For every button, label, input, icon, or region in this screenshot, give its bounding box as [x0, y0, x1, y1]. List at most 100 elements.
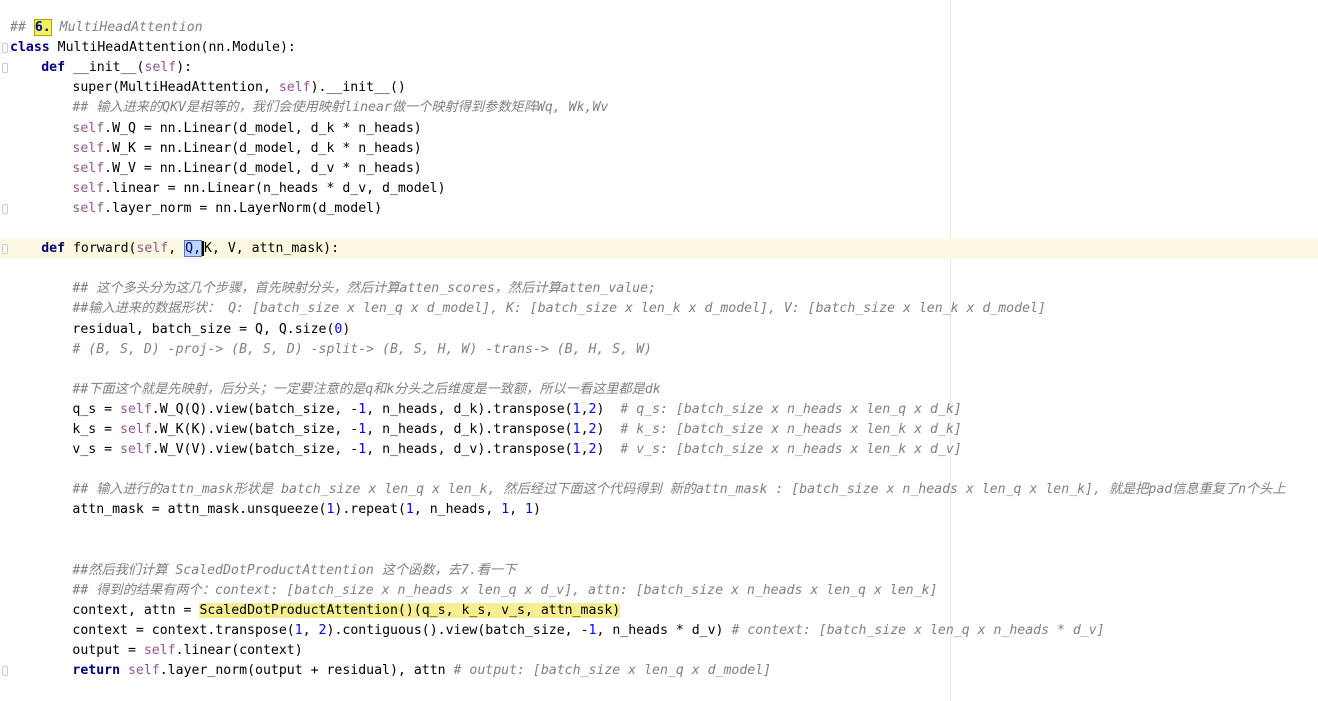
- code-line[interactable]: class MultiHeadAttention(nn.Module):: [0, 38, 1318, 58]
- code-token: ,: [509, 502, 526, 518]
- code-token: attn_mask = attn_mask.unsqueeze(: [72, 502, 327, 518]
- code-line[interactable]: ## 这个多头分为这几个步骤，首先映射分头，然后计算atten_scores，然…: [0, 279, 1318, 299]
- code-token: , n_heads * d_v): [596, 623, 732, 638]
- code-line[interactable]: self.W_Q = nn.Linear(d_model, d_k * n_he…: [0, 119, 1318, 139]
- code-line[interactable]: [0, 219, 1318, 239]
- comment-token: # context: [batch_size x len_q x n_heads…: [731, 623, 1105, 638]
- code-line[interactable]: context, attn = ScaledDotProductAttentio…: [0, 601, 1318, 621]
- code-token: ):: [176, 60, 193, 76]
- code-token: context, attn =: [72, 602, 200, 618]
- code-line[interactable]: ## 6. MultiHeadAttention: [0, 18, 1318, 38]
- comment-token: # (B, S, D) -proj-> (B, S, D) -split-> (…: [72, 341, 652, 357]
- code-token: ).__init__(): [310, 80, 406, 96]
- code-line[interactable]: [0, 541, 1318, 561]
- code-line[interactable]: ## 输入进来的QKV是相等的，我们会使用映射linear做一个映射得到参数矩阵…: [0, 98, 1318, 118]
- number-token: 1: [294, 623, 303, 638]
- code-line[interactable]: self.W_V = nn.Linear(d_model, d_v * n_he…: [0, 159, 1318, 179]
- code-line-text: ##输入进来的数据形状： Q: [batch_size x len_q x d_…: [72, 299, 1045, 319]
- code-line[interactable]: return self.layer_norm(output + residual…: [0, 661, 1318, 681]
- number-token: 1: [572, 442, 581, 458]
- code-line[interactable]: q_s = self.W_Q(Q).view(batch_size, -1, n…: [0, 400, 1318, 420]
- keyword-token: def: [41, 241, 66, 257]
- code-line[interactable]: [0, 460, 1318, 480]
- code-line[interactable]: ##输入进来的数据形状： Q: [batch_size x len_q x d_…: [0, 299, 1318, 319]
- code-token: .layer_norm = nn.LayerNorm(d_model): [104, 200, 383, 216]
- code-token: context = context.transpose(: [72, 623, 295, 638]
- code-line[interactable]: [0, 360, 1318, 380]
- comment-token: # k_s: [batch_size x n_heads x len_k x d…: [620, 422, 962, 437]
- code-line[interactable]: def __init__(self):: [0, 58, 1318, 78]
- code-line[interactable]: ##下面这个就是先映射，后分头；一定要注意的是q和k分头之后维度是一致额，所以一…: [0, 380, 1318, 400]
- code-token: ): [596, 442, 621, 458]
- code-token: K, V, attn_mask):: [204, 241, 340, 257]
- code-token: .linear = nn.Linear(n_heads * d_v, d_mod…: [104, 180, 446, 196]
- code-token: v_s =: [72, 442, 121, 458]
- code-line-text: return self.layer_norm(output + residual…: [72, 661, 771, 681]
- self-token: self: [72, 160, 105, 176]
- code-line[interactable]: output = self.linear(context): [0, 641, 1318, 661]
- code-line-text: class MultiHeadAttention(nn.Module):: [10, 38, 296, 58]
- code-line[interactable]: super(MultiHeadAttention, self).__init__…: [0, 78, 1318, 98]
- comment-token: MultiHeadAttention: [51, 20, 203, 35]
- code-line[interactable]: ## 得到的结果有两个：context: [batch_size x n_hea…: [0, 581, 1318, 601]
- code-line[interactable]: [0, 259, 1318, 279]
- comment-token: # output: [batch_size x len_q x d_model]: [453, 663, 772, 679]
- code-token: super(MultiHeadAttention,: [72, 80, 279, 96]
- code-token: .W_Q(Q).view(batch_size, -: [151, 401, 359, 417]
- code-line-text: def __init__(self):: [41, 58, 192, 78]
- comment-token: ##: [10, 20, 34, 35]
- keyword-token: def: [41, 60, 66, 76]
- code-token: .W_V(V).view(batch_size, -: [151, 442, 359, 458]
- fold-toggle-icon[interactable]: [2, 43, 8, 54]
- comment-token: ## 输入进行的attn_mask形状是 batch_size x len_q …: [72, 482, 1286, 498]
- code-line-text: self.linear = nn.Linear(n_heads * d_v, d…: [72, 179, 445, 199]
- code-line-text: ## 输入进行的attn_mask形状是 batch_size x len_q …: [72, 480, 1285, 500]
- keyword-token: return: [72, 663, 121, 679]
- number-token: 1: [572, 422, 581, 437]
- code-line-text: residual, batch_size = Q, Q.size(0): [72, 320, 350, 340]
- code-line[interactable]: attn_mask = attn_mask.unsqueeze(1).repea…: [0, 500, 1318, 520]
- self-token: self: [120, 401, 152, 417]
- comment-token: # q_s: [batch_size x n_heads x len_q x d…: [620, 401, 962, 417]
- code-line-text: ## 这个多头分为这几个步骤，首先映射分头，然后计算atten_scores，然…: [72, 279, 656, 299]
- code-token: ).contiguous().view(batch_size, -: [326, 623, 589, 638]
- code-line[interactable]: self.linear = nn.Linear(n_heads * d_v, d…: [0, 179, 1318, 199]
- code-line[interactable]: k_s = self.W_K(K).view(batch_size, -1, n…: [0, 420, 1318, 440]
- self-token: self: [120, 422, 152, 437]
- self-token: self: [120, 442, 152, 458]
- code-line[interactable]: [0, 521, 1318, 541]
- code-line[interactable]: self.W_K = nn.Linear(d_model, d_k * n_he…: [0, 139, 1318, 159]
- code-line[interactable]: self.layer_norm = nn.LayerNorm(d_model): [0, 199, 1318, 219]
- code-token: ,: [302, 623, 319, 638]
- number-token: 1: [358, 422, 367, 437]
- code-line-text: context, attn = ScaledDotProductAttentio…: [72, 601, 621, 621]
- code-line-text: output = self.linear(context): [72, 641, 302, 661]
- code-token: .W_Q = nn.Linear(d_model, d_k * n_heads): [104, 120, 422, 136]
- number-token: 1: [572, 401, 581, 417]
- code-line[interactable]: def forward(self, Q, K, V, attn_mask):: [0, 239, 1318, 260]
- fold-toggle-icon[interactable]: [2, 244, 8, 255]
- code-line-text: self.W_K = nn.Linear(d_model, d_k * n_he…: [72, 139, 421, 159]
- code-token: forward(: [65, 241, 137, 257]
- fold-toggle-icon[interactable]: [2, 203, 8, 214]
- self-token: self: [143, 643, 176, 659]
- code-line-text: # (B, S, D) -proj-> (B, S, D) -split-> (…: [72, 340, 652, 360]
- code-token: ,: [580, 442, 589, 458]
- code-line[interactable]: v_s = self.W_V(V).view(batch_size, -1, n…: [0, 440, 1318, 460]
- code-line[interactable]: ##然后我们计算 ScaledDotProductAttention 这个函数，…: [0, 561, 1318, 581]
- code-line[interactable]: # (B, S, D) -proj-> (B, S, D) -split-> (…: [0, 340, 1318, 360]
- code-token: ,: [168, 241, 185, 257]
- fold-toggle-icon[interactable]: [2, 63, 8, 74]
- code-line[interactable]: ## 输入进行的attn_mask形状是 batch_size x len_q …: [0, 480, 1318, 500]
- code-line-text: ##然后我们计算 ScaledDotProductAttention 这个函数，…: [72, 561, 516, 581]
- code-line-text: v_s = self.W_V(V).view(batch_size, -1, n…: [72, 440, 961, 460]
- code-line[interactable]: residual, batch_size = Q, Q.size(0): [0, 320, 1318, 340]
- code-line-text: self.W_Q = nn.Linear(d_model, d_k * n_he…: [72, 119, 421, 139]
- code-line-text: ## 6. MultiHeadAttention: [10, 18, 203, 38]
- code-token: ): [532, 502, 541, 518]
- fold-toggle-icon[interactable]: [2, 666, 8, 677]
- code-token: , n_heads,: [413, 502, 502, 518]
- code-line[interactable]: context = context.transpose(1, 2).contig…: [0, 621, 1318, 641]
